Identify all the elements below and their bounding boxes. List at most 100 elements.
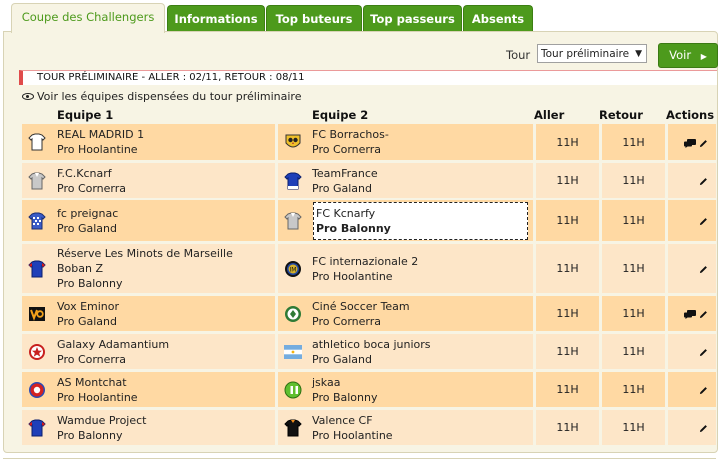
retour-time: 11H (622, 345, 645, 358)
team-name[interactable]: jskaa (312, 375, 377, 390)
team-name[interactable]: AS Montchat (57, 375, 138, 390)
retour-time: 11H (622, 174, 645, 187)
table-row: REAL MADRID 1 Pro Hoolantine FC Borrachos-… (22, 124, 716, 160)
pencil-icon[interactable] (699, 309, 708, 319)
team-division: Pro Galand (57, 222, 117, 235)
tab-absents[interactable]: Absents (463, 5, 533, 32)
actions-cell (668, 200, 716, 241)
team-name[interactable]: FC internazionale 2 (312, 254, 418, 269)
team-name[interactable]: FC Kcnarfy (316, 206, 391, 221)
team2-cell: TeamFrance Pro Galand (278, 163, 533, 198)
bottom-bar (3, 458, 716, 469)
team-name[interactable]: FC Borrachos- (312, 127, 389, 142)
team-name[interactable]: athletico boca juniors (312, 337, 431, 352)
aller-time: 11H (556, 214, 579, 227)
team-division: Pro Galand (312, 182, 372, 195)
team-name[interactable]: fc preignac (57, 206, 118, 221)
team-name[interactable]: Wamdue Project (57, 413, 146, 428)
tab-label: Absents (471, 12, 525, 26)
team-name[interactable]: REAL MADRID 1 (57, 127, 144, 142)
chat-icon[interactable] (684, 309, 696, 319)
aller-time: 11H (556, 174, 579, 187)
aller-time: 11H (556, 383, 579, 396)
team-division: Pro Cornerra (57, 353, 127, 366)
team-division: Pro Balonny (57, 429, 123, 442)
pencil-icon[interactable] (699, 138, 708, 148)
chevron-right-icon: ▶ (700, 52, 707, 61)
team1-cell: F.C.Kcnarf Pro Cornerra (22, 163, 275, 198)
team-name[interactable]: Ciné Soccer Team (312, 299, 410, 314)
team2-cell: Valence CF Pro Hoolantine (278, 410, 533, 445)
tab-top-buteurs[interactable]: Top buteurs (266, 5, 362, 32)
team1-cell: REAL MADRID 1 Pro Hoolantine (22, 124, 275, 160)
actions-cell (668, 124, 716, 160)
owl-crest-icon (284, 133, 302, 151)
team2-cell: IM FC internazionale 2 Pro Hoolantine (278, 244, 533, 293)
team-name[interactable]: Valence CF (312, 413, 393, 428)
grey-shirt-icon (28, 172, 46, 190)
column-header-retour: Retour (599, 108, 643, 122)
tab-label: Informations (174, 12, 258, 26)
team-division: Pro Balonny (312, 391, 378, 404)
aller-cell: 11H (536, 244, 599, 293)
green-white-crest-icon (284, 381, 302, 399)
aller-time: 11H (556, 307, 579, 320)
pencil-icon[interactable] (699, 347, 708, 357)
retour-cell: 11H (602, 410, 665, 445)
team1-cell: Vox Eminor Pro Galand (22, 296, 275, 331)
blue-red-shirt-icon (28, 419, 46, 437)
table-row: Galaxy Adamantium Pro Cornerra athletico b… (22, 334, 716, 369)
pencil-icon[interactable] (699, 385, 708, 395)
tab-top-passeurs[interactable]: Top passeurs (363, 5, 462, 32)
pencil-icon[interactable] (699, 423, 708, 433)
aller-time: 11H (556, 262, 579, 275)
team1-cell: Wamdue Project Pro Balonny (22, 410, 275, 445)
voir-equipes-text: Voir les équipes dispensées du tour prél… (37, 90, 302, 103)
round-header: TOUR PRÉLIMINAIRE - ALLER : 02/11, RETOU… (19, 70, 717, 85)
tab-informations[interactable]: Informations (167, 5, 265, 32)
team2-cell: FC Borrachos- Pro Cornerra (278, 124, 533, 160)
team-name[interactable]: Boban Z (57, 261, 233, 276)
actions-cell (668, 244, 716, 293)
actions-cell (668, 296, 716, 331)
tab-coupe-des-challengers[interactable]: Coupe des Challengers (11, 3, 165, 33)
team-name[interactable]: Vox Eminor (57, 299, 119, 314)
team-name[interactable]: Réserve Les Minots de Marseille (57, 246, 233, 261)
team-division: Pro Cornerra (57, 182, 127, 195)
voir-button[interactable]: Voir ▶ (658, 43, 718, 68)
team2-cell: jskaa Pro Balonny (278, 372, 533, 407)
aller-cell: 11H (536, 372, 599, 407)
team-division: Pro Hoolantine (57, 143, 138, 156)
team2-cell: FC Kcnarfy Pro Balonny (278, 200, 533, 241)
retour-time: 11H (622, 307, 645, 320)
voir-equipes-dispensees-link[interactable]: Voir les équipes dispensées du tour prél… (22, 90, 301, 103)
team-division: Pro Hoolantine (312, 270, 393, 283)
eye-icon (22, 93, 34, 100)
vox-logo-icon (28, 305, 46, 323)
team-name[interactable]: TeamFrance (312, 166, 378, 181)
retour-cell: 11H (602, 334, 665, 369)
team-name[interactable]: Galaxy Adamantium (57, 337, 169, 352)
table-row: AS Montchat Pro Hoolantine jskaa Pro Balonn… (22, 372, 716, 407)
tour-select[interactable]: Tour préliminaire ▼ (537, 44, 647, 63)
aller-cell: 11H (536, 296, 599, 331)
pencil-icon[interactable] (699, 176, 708, 186)
tour-select-value: Tour préliminaire (541, 48, 630, 60)
team2-cell: Ciné Soccer Team Pro Cornerra (278, 296, 533, 331)
white-shirt-icon (28, 133, 46, 151)
retour-time: 11H (622, 383, 645, 396)
chat-icon[interactable] (684, 138, 696, 148)
team1-cell: AS Montchat Pro Hoolantine (22, 372, 275, 407)
team-name[interactable]: F.C.Kcnarf (57, 166, 126, 181)
team-division: Pro Galand (312, 353, 372, 366)
tab-label: Top buteurs (275, 12, 353, 26)
team-division: Pro Hoolantine (312, 429, 393, 442)
table-row: F.C.Kcnarf Pro Cornerra TeamFrance Pro Gala… (22, 163, 716, 198)
pencil-icon[interactable] (699, 216, 708, 226)
team2-cell: athletico boca juniors Pro Galand (278, 334, 533, 369)
table-row: Vox Eminor Pro Galand Ciné Soccer Team Pro … (22, 296, 716, 331)
inter-crest-icon: IM (284, 260, 302, 278)
pencil-icon[interactable] (699, 264, 708, 274)
team-division: Pro Balonny (316, 222, 391, 235)
column-header-actions: Actions (666, 108, 715, 122)
